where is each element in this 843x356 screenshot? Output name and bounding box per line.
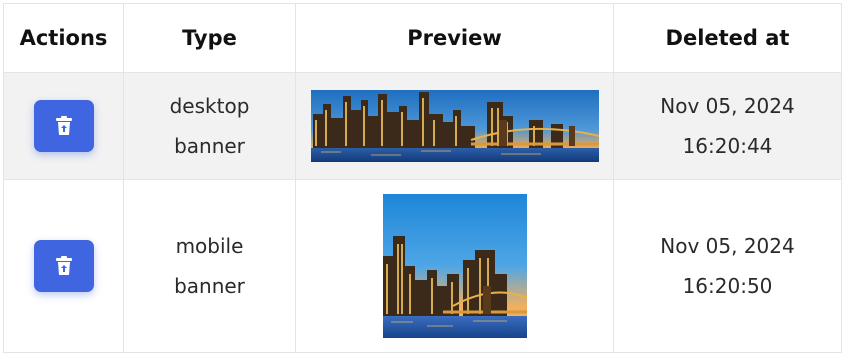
preview-cell [295,72,614,180]
deleted-at-cell: Nov 05, 2024 16:20:44 [613,72,842,180]
deleted-time: 16:20:44 [682,134,773,158]
deleted-at-cell: Nov 05, 2024 16:20:50 [613,179,842,353]
deleted-date: Nov 05, 2024 [660,94,795,118]
mobile-banner-image [382,194,527,338]
deleted-banners-table: Actions Type Preview Deleted at desktop [3,3,842,353]
header-actions: Actions [3,3,124,73]
deleted-date: Nov 05, 2024 [660,234,795,258]
deleted-time: 16:20:50 [682,274,773,298]
type-label-line2: banner [174,274,245,298]
deleted-banners-table-container: Actions Type Preview Deleted at desktop [3,3,842,353]
type-cell: desktop banner [123,72,296,180]
restore-button[interactable] [33,240,94,292]
header-deleted-at: Deleted at [613,3,842,73]
type-label-line2: banner [174,134,245,158]
type-cell: mobile banner [123,179,296,353]
type-label-line1: mobile [175,234,244,258]
table-header-row: Actions Type Preview Deleted at [3,3,842,73]
preview-cell [295,179,614,353]
header-preview: Preview [295,3,614,73]
table-row: mobile banner Nov 05, 2024 16:20:50 [3,179,842,353]
type-label-line1: desktop [169,94,250,118]
actions-cell [3,179,124,353]
actions-cell [3,72,124,180]
trash-restore-icon [55,256,72,275]
header-type: Type [123,3,296,73]
desktop-banner-image [310,90,599,162]
table-row: desktop banner Nov 05, 2024 16:20:44 [3,72,842,180]
trash-restore-icon [55,116,72,135]
restore-button[interactable] [33,100,94,152]
